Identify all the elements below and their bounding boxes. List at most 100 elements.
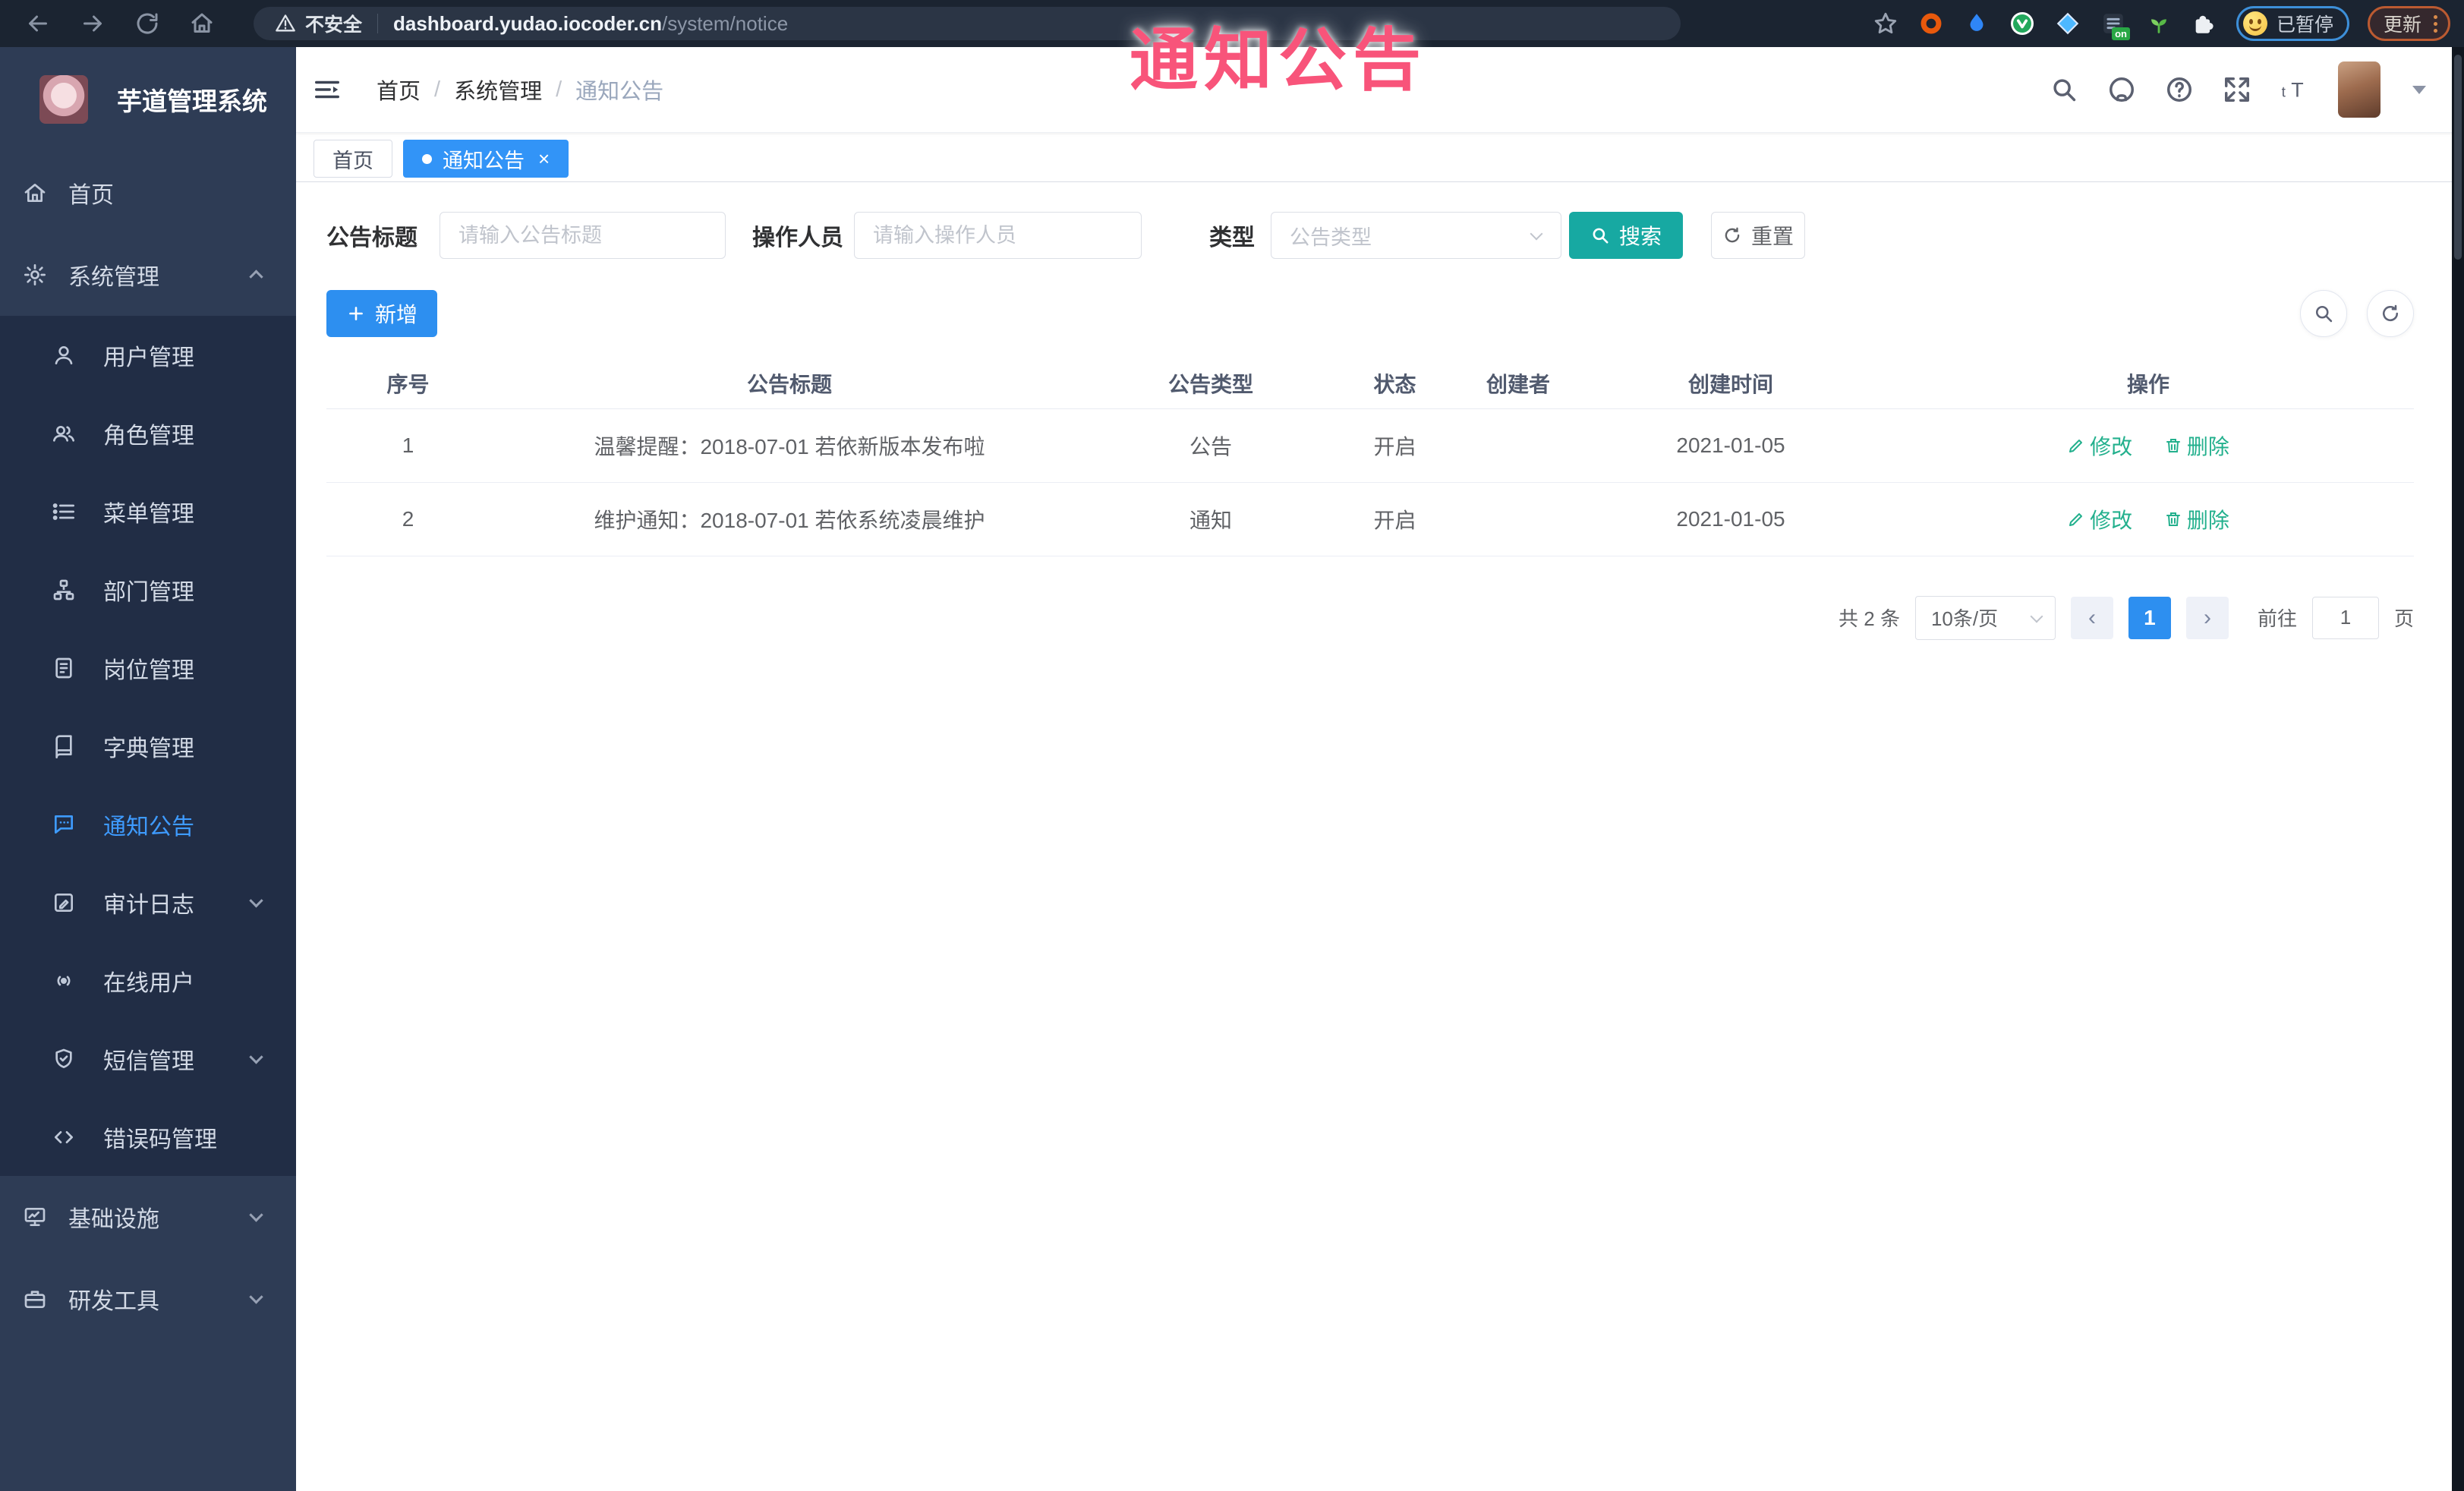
- sidebar-item-menu-management[interactable]: 菜单管理: [0, 472, 296, 550]
- svg-text:t: t: [2282, 85, 2286, 101]
- pencil-icon: [2069, 439, 2083, 452]
- cell-status: 开启: [1332, 482, 1457, 556]
- sidebar-item-error-code-management[interactable]: 错误码管理: [0, 1098, 296, 1176]
- refresh-table-button[interactable]: [2367, 290, 2414, 337]
- sms-shield-icon: [52, 1047, 76, 1071]
- delete-link[interactable]: 删除: [2164, 430, 2229, 461]
- edit-link[interactable]: 修改: [2067, 504, 2132, 534]
- org-tree-icon: [52, 578, 76, 602]
- sidebar-item-dev-tools[interactable]: 研发工具: [0, 1258, 296, 1340]
- add-button[interactable]: 新增: [326, 290, 437, 337]
- sidebar-item-role-management[interactable]: 角色管理: [0, 394, 296, 472]
- browser-profile-chip[interactable]: 已暂停: [2236, 6, 2349, 41]
- chevron-down-icon: [249, 1290, 263, 1304]
- page-size-label: 10条/页: [1930, 607, 1999, 630]
- extension-on-badge-icon[interactable]: on: [2100, 10, 2130, 40]
- pagination: 共 2 条 10条/页 ‹ 1 › 前往 页: [326, 595, 2414, 640]
- table-row: 1 温馨提醒：2018-07-01 若依新版本发布啦 公告 开启 2021-01…: [326, 408, 2414, 483]
- breadcrumb-system[interactable]: 系统管理: [454, 74, 542, 106]
- cell-title: 维护通知：2018-07-01 若依系统凌晨维护: [490, 482, 1089, 556]
- breadcrumb-home[interactable]: 首页: [377, 74, 421, 106]
- goto-label: 前往: [2257, 607, 2297, 630]
- browser-forward-button[interactable]: [77, 8, 108, 39]
- extension-green-circle-icon[interactable]: [2009, 10, 2036, 37]
- browser-home-button[interactable]: [187, 8, 217, 39]
- sidebar-item-label: 角色管理: [103, 423, 194, 449]
- tab-label: 通知公告: [443, 149, 525, 172]
- browser-update-button[interactable]: 更新: [2367, 6, 2450, 41]
- sidebar-item-online-users[interactable]: 在线用户: [0, 941, 296, 1020]
- add-button-label: 新增: [374, 303, 417, 326]
- help-icon[interactable]: [2165, 75, 2194, 104]
- address-bar[interactable]: 不安全 dashboard.yudao.iocoder.cn /system/n…: [254, 7, 1681, 40]
- search-icon[interactable]: [2050, 75, 2078, 104]
- tab-close-icon[interactable]: [538, 149, 550, 169]
- sidebar-item-department-management[interactable]: 部门管理: [0, 550, 296, 629]
- cell-title: 温馨提醒：2018-07-01 若依新版本发布啦: [490, 408, 1089, 483]
- sidebar-item-post-management[interactable]: 岗位管理: [0, 629, 296, 707]
- chevron-down-icon: [1530, 227, 1543, 241]
- audit-log-icon: [52, 891, 76, 915]
- sidebar-item-label: 用户管理: [103, 345, 194, 370]
- type-filter-select[interactable]: 公告类型: [1271, 212, 1561, 259]
- title-filter-input[interactable]: [440, 212, 726, 259]
- extension-sprout-icon[interactable]: [2145, 10, 2173, 37]
- not-secure-warning-icon: [275, 13, 296, 34]
- sidebar-item-notice[interactable]: 通知公告: [0, 785, 296, 863]
- sidebar-item-home[interactable]: 首页: [0, 152, 296, 234]
- goto-page-input[interactable]: [2311, 596, 2379, 639]
- avatar-caret-down-icon[interactable]: [2412, 85, 2426, 94]
- chevron-up-icon: [249, 270, 263, 284]
- browser-reload-button[interactable]: [132, 8, 162, 39]
- page-content: 公告标题 操作人员 类型 公告类型 搜索 重置: [296, 182, 2464, 1491]
- extension-drop-icon[interactable]: [1963, 10, 1990, 37]
- page-size-select[interactable]: 10条/页: [1914, 595, 2056, 640]
- extension-on-badge: on: [2112, 27, 2130, 40]
- scrollbar-thumb[interactable]: [2454, 55, 2462, 260]
- reset-button[interactable]: 重置: [1711, 212, 1805, 259]
- sidebar-collapse-button[interactable]: [313, 75, 342, 104]
- page-number-button[interactable]: 1: [2128, 596, 2171, 639]
- next-page-button[interactable]: ›: [2185, 596, 2229, 639]
- sidebar-item-label: 在线用户: [103, 970, 194, 996]
- sidebar-item-label: 审计日志: [103, 892, 194, 918]
- sidebar-item-label: 研发工具: [68, 1289, 159, 1314]
- extension-gem-icon[interactable]: [2054, 10, 2081, 37]
- extensions-puzzle-icon[interactable]: [2191, 10, 2218, 37]
- browser-back-button[interactable]: [23, 8, 53, 39]
- column-header-title: 公告标题: [490, 358, 1089, 409]
- sidebar-item-audit-log[interactable]: 审计日志: [0, 863, 296, 941]
- refresh-icon: [1725, 227, 1740, 243]
- edit-link-label: 修改: [2090, 434, 2133, 459]
- dev-tools-icon: [23, 1287, 47, 1311]
- sidebar-item-user-management[interactable]: 用户管理: [0, 316, 296, 394]
- github-icon[interactable]: [2107, 75, 2136, 104]
- sidebar-item-sms-management[interactable]: 短信管理: [0, 1020, 296, 1098]
- breadcrumb: 首页 / 系统管理 / 通知公告: [377, 74, 663, 106]
- sidebar-item-system-management[interactable]: 系统管理: [0, 234, 296, 316]
- chevron-down-icon: [249, 1208, 263, 1222]
- user-avatar[interactable]: [2338, 61, 2381, 118]
- prev-page-button[interactable]: ‹: [2070, 596, 2113, 639]
- extension-orange-icon[interactable]: [1917, 10, 1945, 37]
- fullscreen-icon[interactable]: [2223, 75, 2251, 104]
- tab-notice[interactable]: 通知公告: [403, 140, 569, 178]
- sidebar-item-dictionary-management[interactable]: 字典管理: [0, 707, 296, 785]
- edit-link[interactable]: 修改: [2067, 430, 2132, 461]
- edit-link-label: 修改: [2090, 508, 2133, 532]
- app-title: 芋道管理系统: [117, 87, 267, 115]
- tab-home[interactable]: 首页: [314, 140, 392, 178]
- toggle-search-button[interactable]: [2300, 290, 2347, 337]
- active-tab-dot: [422, 153, 432, 164]
- notice-icon: [52, 812, 76, 837]
- font-size-icon[interactable]: tT: [2280, 75, 2309, 104]
- search-button[interactable]: 搜索: [1569, 212, 1683, 259]
- app-header: 首页 / 系统管理 / 通知公告 tT: [296, 47, 2464, 133]
- delete-link[interactable]: 删除: [2164, 504, 2229, 534]
- browser-menu-icon[interactable]: [2434, 14, 2437, 33]
- sidebar-item-infrastructure[interactable]: 基础设施: [0, 1176, 296, 1258]
- bookmark-star-icon[interactable]: [1872, 10, 1899, 37]
- menu-list-icon: [52, 500, 76, 524]
- browser-scrollbar[interactable]: [2452, 47, 2464, 1491]
- operator-filter-input[interactable]: [854, 212, 1142, 259]
